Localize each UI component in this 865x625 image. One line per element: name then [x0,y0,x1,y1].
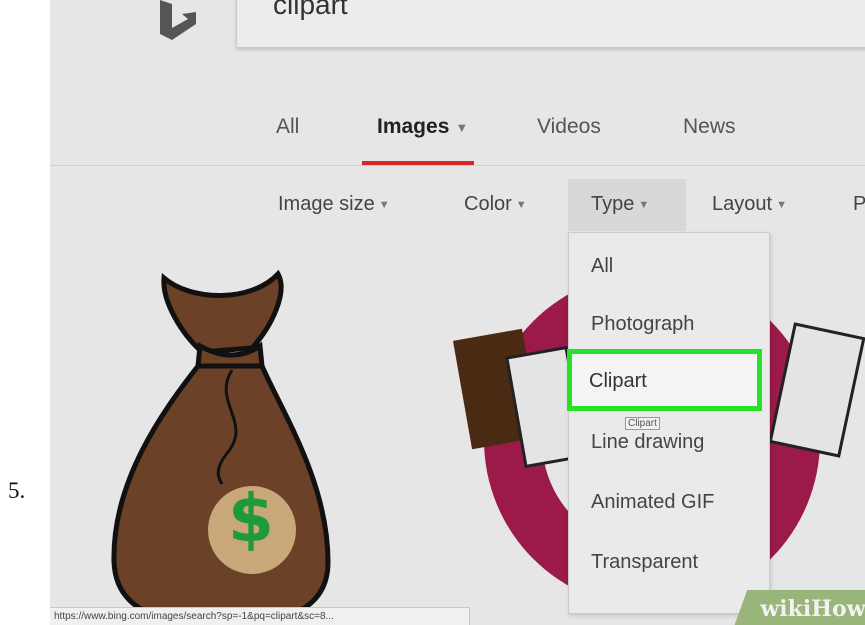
dropdown-item-clipart[interactable]: Clipart [567,349,762,411]
filter-color-label: Color [464,193,512,215]
browser-screenshot: clipart All Images ▼ Videos News Image si… [50,0,865,625]
chevron-down-icon: ▼ [455,119,469,135]
filter-image-size-label: Image size [278,193,375,215]
clipart-tooltip: Clipart [625,417,660,430]
chevron-down-icon: ▼ [378,198,390,211]
dropdown-item-photograph[interactable]: Photograph [591,313,694,336]
dropdown-item-animated-gif[interactable]: Animated GIF [591,491,714,514]
tab-videos[interactable]: Videos [537,115,601,139]
status-bar-url: https://www.bing.com/images/search?sp=-1… [50,607,470,625]
dollar-sign: $ [228,480,274,557]
dropdown-item-line-drawing[interactable]: Line drawing [591,431,704,454]
filter-people-partial[interactable]: P [853,193,865,216]
dropdown-item-all[interactable]: All [591,255,613,278]
tabs-divider [50,165,865,166]
watermark-text: wikiHow [760,596,865,622]
filter-image-size[interactable]: Image size ▼ [278,193,390,216]
tab-images[interactable]: Images ▼ [377,115,468,139]
dropdown-item-transparent[interactable]: Transparent [591,551,698,574]
filter-type-label: Type [591,193,635,215]
search-query-text: clipart [273,0,348,20]
tab-all[interactable]: All [276,115,299,139]
step-number: 5. [8,478,26,503]
chevron-down-icon: ▼ [776,198,787,211]
search-input[interactable]: clipart [236,0,865,48]
chevron-down-icon: ▼ [638,198,650,211]
money-bag-image[interactable] [102,262,334,622]
filter-layout-label: Layout [712,193,773,215]
filter-color[interactable]: Color ▼ [464,193,527,216]
filter-type[interactable]: Type ▼ [591,193,649,216]
tab-news[interactable]: News [683,115,736,139]
bing-logo-icon [160,0,196,40]
tab-images-label: Images [377,115,450,138]
chevron-down-icon: ▼ [515,198,527,211]
dropdown-item-clipart-label: Clipart [589,370,647,392]
filter-layout[interactable]: Layout ▼ [712,193,787,216]
wikihow-watermark: wikiHow [732,590,865,625]
type-dropdown-menu: All Photograph Line drawing Animated GIF… [568,232,770,614]
